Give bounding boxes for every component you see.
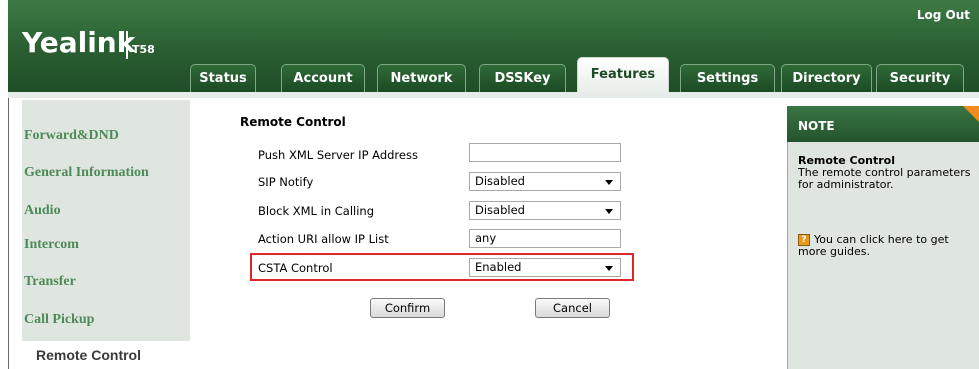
label-block-xml: Block XML in Calling: [258, 204, 375, 218]
block-xml-select[interactable]: Disabled: [469, 201, 621, 220]
page: Yealink T58 Log Out Status Account Netwo…: [0, 0, 979, 369]
frame-left-border: [8, 92, 22, 369]
header-underline: [8, 92, 979, 98]
action-uri-input[interactable]: any: [469, 229, 621, 248]
logo-separator: [126, 31, 128, 59]
note-corner-icon: [963, 106, 979, 122]
note-line-2: for administrator.: [798, 178, 894, 191]
label-csta-control: CSTA Control: [258, 261, 333, 275]
tab-security[interactable]: Security: [876, 64, 964, 92]
tab-account[interactable]: Account: [281, 64, 365, 92]
cancel-button[interactable]: Cancel: [535, 298, 610, 318]
confirm-button[interactable]: Confirm: [370, 298, 445, 318]
logout-link[interactable]: Log Out: [917, 8, 970, 22]
tab-features[interactable]: Features: [577, 57, 669, 92]
tab-directory[interactable]: Directory: [781, 64, 872, 92]
sidebar-item-call-pickup[interactable]: Call Pickup: [24, 312, 94, 328]
sidebar-item-forward-dnd[interactable]: Forward&DND: [24, 128, 119, 144]
label-sip-notify: SIP Notify: [258, 175, 314, 189]
push-xml-server-input[interactable]: [469, 143, 621, 162]
sidebar-item-general-information[interactable]: General Information: [24, 165, 149, 181]
chevron-down-icon: [605, 180, 613, 185]
tab-status[interactable]: Status: [190, 64, 256, 92]
model-label: T58: [132, 43, 155, 56]
chevron-down-icon: [605, 209, 613, 214]
chevron-down-icon: [605, 266, 613, 271]
sip-notify-value: Disabled: [475, 174, 525, 188]
sidebar-item-transfer[interactable]: Transfer: [24, 274, 76, 290]
section-title: Remote Control: [240, 115, 346, 129]
csta-control-select[interactable]: Enabled: [469, 258, 621, 277]
help-link-line-2[interactable]: more guides.: [798, 246, 870, 258]
label-action-uri: Action URI allow IP List: [258, 232, 389, 246]
sip-notify-select[interactable]: Disabled: [469, 172, 621, 191]
sidebar-item-intercom[interactable]: Intercom: [24, 237, 79, 253]
note-title: NOTE: [798, 119, 835, 133]
tab-dsskey[interactable]: DSSKey: [479, 64, 566, 92]
tab-network[interactable]: Network: [377, 64, 466, 92]
sidebar-item-remote-control[interactable]: Remote Control: [22, 341, 198, 369]
yealink-logo: Yealink: [22, 26, 136, 59]
csta-control-value: Enabled: [475, 260, 522, 274]
block-xml-value: Disabled: [475, 203, 525, 217]
label-push-xml-server: Push XML Server IP Address: [258, 148, 418, 162]
sidebar-item-audio[interactable]: Audio: [24, 203, 61, 219]
tab-settings[interactable]: Settings: [680, 64, 775, 92]
